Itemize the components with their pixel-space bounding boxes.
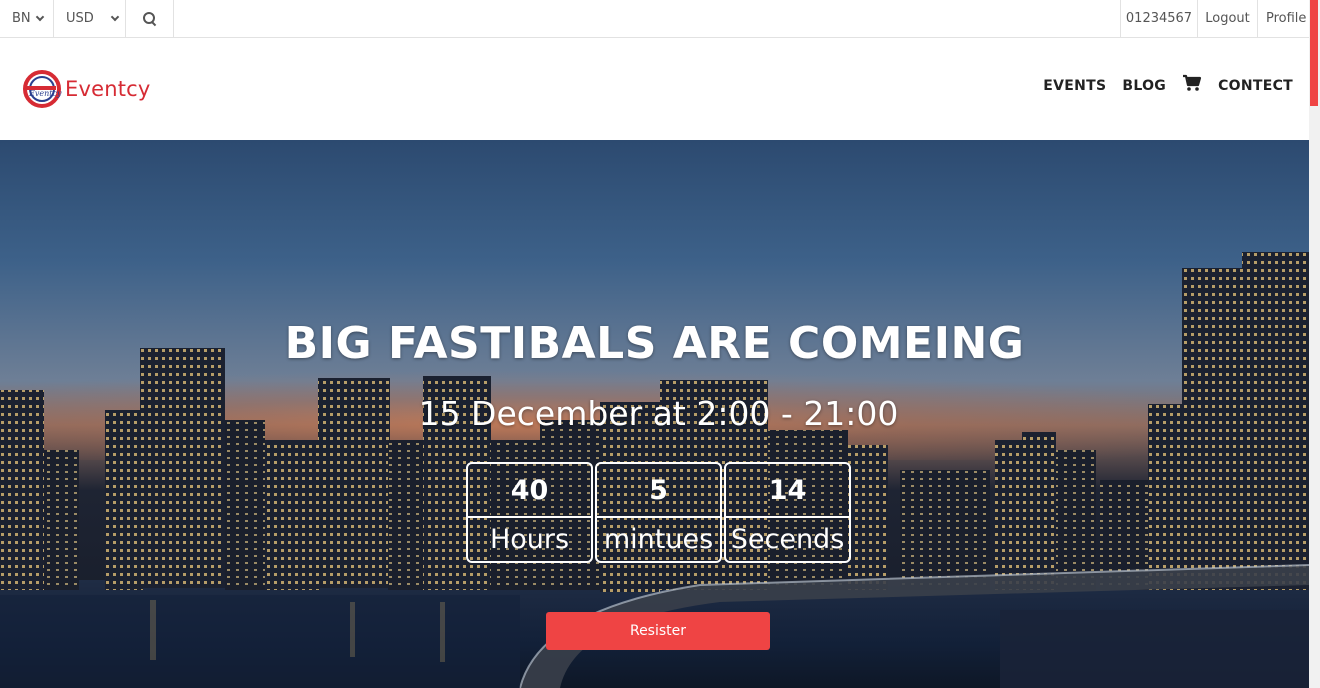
scrollbar-thumb[interactable] <box>1310 0 1318 106</box>
countdown-seconds-label: Secends <box>730 524 845 555</box>
page-scrollbar[interactable] <box>1309 0 1320 688</box>
countdown-timer: 40 Hours 5 mintues 14 Secends <box>466 462 851 563</box>
language-selector[interactable]: BN <box>0 0 54 37</box>
countdown-hours: 40 Hours <box>466 462 593 563</box>
search-button[interactable] <box>126 0 174 37</box>
profile-link[interactable]: Profile <box>1257 0 1309 37</box>
countdown-minutes-value: 5 <box>597 464 720 518</box>
countdown-seconds: 14 Secends <box>724 462 851 563</box>
hero-date: 15 December at 2:00 - 21:00 <box>418 394 899 433</box>
language-value: BN <box>12 11 31 26</box>
logout-link[interactable]: Logout <box>1197 0 1257 37</box>
nav-links: EVENTS BLOG CONTECT <box>1043 74 1293 94</box>
hero-title: BIG FASTIBALS ARE COMEING <box>284 318 1025 369</box>
logo-mark-icon: Eventcy <box>23 70 62 108</box>
currency-value: USD <box>66 11 94 26</box>
cart-icon[interactable] <box>1182 74 1202 92</box>
countdown-minutes-label: mintues <box>603 524 714 555</box>
countdown-hours-label: Hours <box>489 524 570 555</box>
profile-label: Profile <box>1266 11 1307 26</box>
nav-contact[interactable]: CONTECT <box>1218 78 1293 94</box>
brand-logo[interactable]: Eventcy Eventcy <box>22 69 151 109</box>
phone-text: 01234567 <box>1125 11 1193 26</box>
countdown-hours-value: 40 <box>468 464 591 518</box>
logout-label: Logout <box>1205 11 1250 26</box>
main-navbar: Eventcy Eventcy EVENTS BLOG CONTECT <box>0 38 1309 140</box>
currency-selector[interactable]: USD <box>54 0 126 37</box>
brand-name: Eventcy <box>65 77 151 101</box>
chevron-down-icon <box>35 12 44 21</box>
countdown-minutes: 5 mintues <box>595 462 722 563</box>
top-utility-bar: BN USD 01234567 Logout Profile <box>0 0 1309 38</box>
phone-number: 01234567 <box>1120 0 1197 37</box>
search-icon <box>142 11 157 26</box>
chevron-down-icon <box>110 12 120 21</box>
countdown-seconds-value: 14 <box>726 464 849 518</box>
nav-blog[interactable]: BLOG <box>1122 78 1166 94</box>
nav-events[interactable]: EVENTS <box>1043 78 1106 94</box>
hero-banner: BIG FASTIBALS ARE COMEING 15 December at… <box>0 140 1309 688</box>
register-button[interactable]: Resister <box>546 612 770 650</box>
logo-mark-text: Eventcy <box>28 89 62 98</box>
